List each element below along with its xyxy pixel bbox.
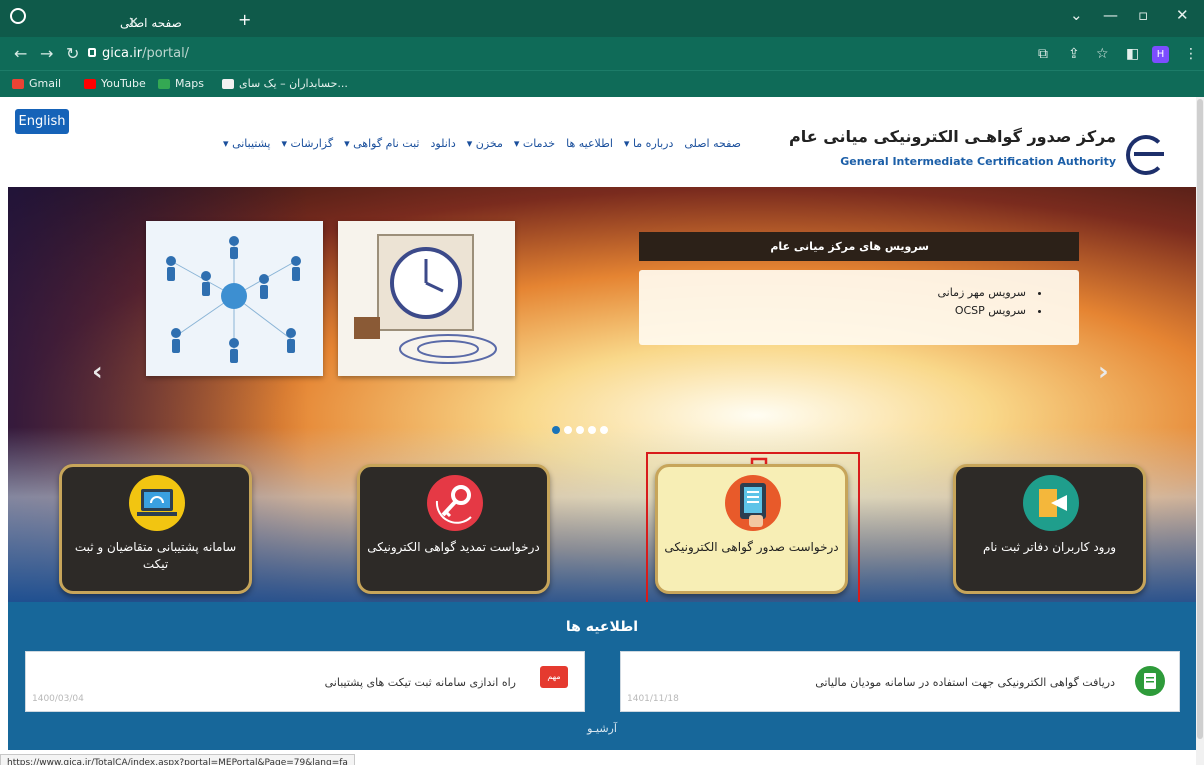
bookmarks-bar: Gmail YouTube Maps حسابداران – یک سای... <box>0 70 1204 97</box>
services-box: سرویس مهر زمانی سرویس OCSP <box>639 270 1079 345</box>
tile-circle <box>129 475 185 531</box>
gmail-icon <box>12 78 24 89</box>
back-icon[interactable]: ← <box>14 44 27 63</box>
nav-services[interactable]: خدمات ▾ <box>514 137 555 150</box>
bookmark-star-icon[interactable]: ☆ <box>1096 46 1109 62</box>
new-tab-button[interactable]: + <box>238 10 251 29</box>
nav-download[interactable]: دانلود <box>430 137 455 150</box>
reload-icon[interactable]: ↻ <box>66 44 79 63</box>
timestamp-stamp-image <box>338 221 515 376</box>
close-tab-icon[interactable]: ✕ <box>128 15 139 30</box>
bookmark-youtube[interactable]: YouTube <box>84 77 146 90</box>
lock-icon[interactable] <box>88 48 96 57</box>
services-title: سرویس های مرکز میانی عام <box>639 232 1079 261</box>
scroll-thumb[interactable] <box>1197 99 1203 739</box>
news-card[interactable]: دریافت گواهی الکترونیکی جهت استفاده در س… <box>620 651 1180 712</box>
url-field[interactable]: gica.ir/portal/ <box>102 46 189 61</box>
news-card[interactable]: مهم راه اندازی سامانه ثبت تیکت های پشتیب… <box>25 651 585 712</box>
service-ocsp[interactable]: سرویس OCSP <box>639 304 1041 317</box>
headset-support-icon <box>137 489 177 516</box>
red-highlight-box <box>646 452 860 604</box>
tile-cert-renew[interactable]: درخواست تمدید گواهی الکترونیکی <box>357 464 550 594</box>
tab-search-icon[interactable]: ⌄ <box>1070 6 1083 24</box>
nav-reports[interactable]: گزارشات ▾ <box>281 137 333 150</box>
browser-tab[interactable]: ✕ صفحه اصلی <box>120 8 228 37</box>
news-date: 1401/11/18 <box>627 694 679 704</box>
slider-dot[interactable] <box>588 426 596 434</box>
nav-about[interactable]: درباره ما ▾ <box>624 137 673 150</box>
news-text: راه اندازی سامانه ثبت تیکت های پشتیبانی <box>324 676 516 689</box>
tile-label: سامانه پشتیبانی متقاضیان و ثبت تیکت <box>74 540 237 571</box>
important-badge-icon: مهم <box>540 666 568 688</box>
nav-support[interactable]: پشتیبانی ▾ <box>223 137 270 150</box>
globe-icon <box>10 8 26 24</box>
logo-mark-icon[interactable] <box>1126 135 1166 175</box>
nav-announcements[interactable]: اطلاعیه ها <box>566 137 613 150</box>
logo-title-fa: مرکز صدور گواهـی الکترونیکی میانی عام <box>789 127 1116 146</box>
news-text: دریافت گواهی الکترونیکی جهت استفاده در س… <box>815 676 1115 689</box>
site-icon <box>222 78 234 89</box>
restore-icon[interactable]: ▫ <box>1138 6 1148 24</box>
close-window-icon[interactable]: ✕ <box>1176 6 1189 24</box>
slider-prev-icon[interactable]: ‹ <box>92 357 103 387</box>
main-nav: صفحه اصلی درباره ما ▾ اطلاعیه ها خدمات ▾… <box>223 137 741 150</box>
forward-icon[interactable]: → <box>40 44 53 63</box>
url-path: /portal/ <box>142 46 190 61</box>
slider-dot[interactable] <box>564 426 572 434</box>
sidepanel-icon[interactable]: ◧ <box>1126 46 1139 62</box>
youtube-icon <box>84 78 96 89</box>
share-icon[interactable]: ⇪ <box>1068 46 1080 62</box>
door-enter-icon <box>1039 489 1067 517</box>
slider-dot[interactable] <box>600 426 608 434</box>
slider-next-icon[interactable]: › <box>1098 357 1109 387</box>
menu-icon[interactable]: ⋮ <box>1184 46 1198 62</box>
key-renew-icon <box>435 485 472 524</box>
document-icon <box>1135 666 1165 696</box>
slider-dots <box>552 426 608 434</box>
tile-circle <box>427 475 483 531</box>
slider-dot[interactable] <box>576 426 584 434</box>
news-date: 1400/03/04 <box>32 694 84 704</box>
profile-avatar[interactable]: H <box>1152 46 1169 63</box>
tile-label: درخواست تمدید گواهی الکترونیکی <box>367 540 540 554</box>
page-scrollbar[interactable] <box>1196 97 1204 765</box>
service-timestamp[interactable]: سرویس مهر زمانی <box>639 286 1041 299</box>
nav-cert-register[interactable]: ثبت نام گواهی ▾ <box>344 137 419 150</box>
slider-dot[interactable] <box>552 426 560 434</box>
english-button[interactable]: English <box>15 109 69 134</box>
bookmark-maps[interactable]: Maps <box>158 77 204 90</box>
bookmark-site[interactable]: حسابداران – یک سای... <box>222 77 348 90</box>
announcements-section: اطلاعیه ها دریافت گواهی الکترونیکی جهت ا… <box>8 602 1196 750</box>
tile-circle <box>1023 475 1079 531</box>
tab-bar: ✕ صفحه اصلی + ⌄ — ▫ ✕ <box>0 0 1204 37</box>
status-bar-url: https://www.gica.ir/TotalCA/index.aspx?p… <box>0 754 355 765</box>
archive-link[interactable]: آرشیـو <box>8 722 1196 735</box>
tile-support-ticket[interactable]: سامانه پشتیبانی متقاضیان و ثبت تیکت <box>59 464 252 594</box>
announcements-title: اطلاعیه ها <box>565 619 639 635</box>
logo-title-en: General Intermediate Certification Autho… <box>840 155 1116 168</box>
bookmark-gmail[interactable]: Gmail <box>12 77 61 90</box>
web-page: English صفحه اصلی درباره ما ▾ اطلاعیه ها… <box>0 97 1204 765</box>
url-host: gica.ir <box>102 46 143 61</box>
network-people-image <box>146 221 323 376</box>
maps-icon <box>158 78 170 89</box>
tile-label: ورود کاربران دفاتر ثبت نام <box>982 540 1117 554</box>
address-bar-row: ← → ↻ gica.ir/portal/ ⧉ ⇪ ☆ ◧ H ⋮ <box>0 37 1204 70</box>
translate-icon[interactable]: ⧉ <box>1038 46 1048 62</box>
nav-repository[interactable]: مخزن ▾ <box>467 137 503 150</box>
tile-registrar-login[interactable]: ورود کاربران دفاتر ثبت نام <box>953 464 1146 594</box>
site-header: English صفحه اصلی درباره ما ▾ اطلاعیه ها… <box>0 97 1196 187</box>
minimize-icon[interactable]: — <box>1103 6 1118 24</box>
nav-home[interactable]: صفحه اصلی <box>684 137 741 150</box>
